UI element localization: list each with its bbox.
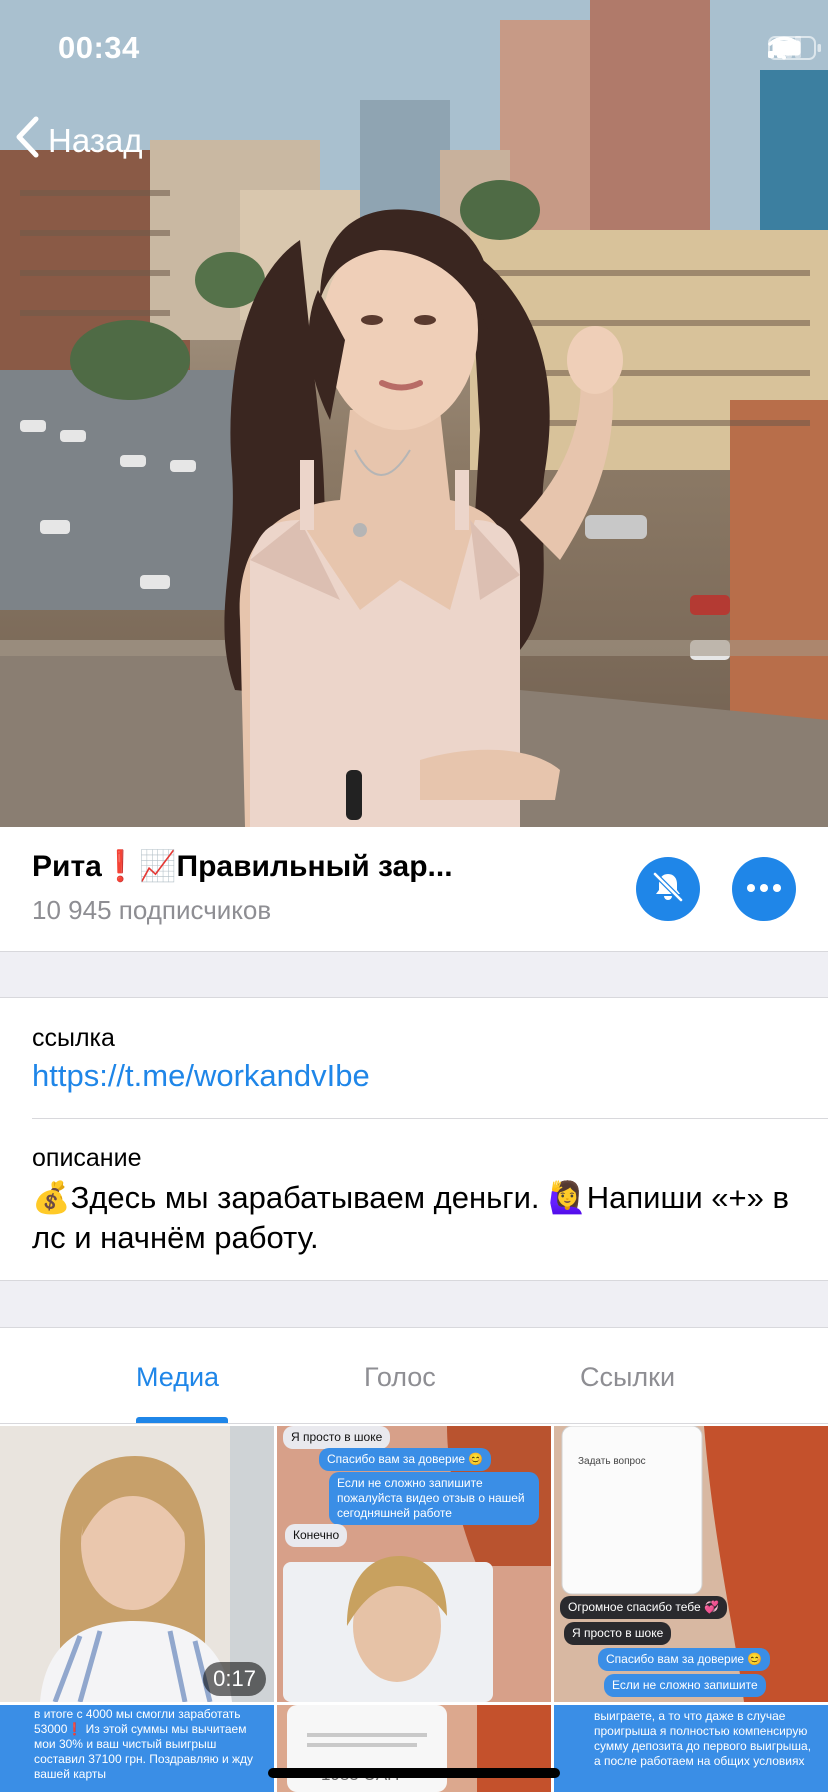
channel-info: ссылка https://t.me/workandvIbe описание… bbox=[0, 998, 828, 1280]
media-grid: 0:17 Я просто в шоке Спасибо вам за дове… bbox=[0, 1426, 828, 1792]
description-label: описание bbox=[32, 1144, 142, 1172]
media-item-video[interactable]: 0:17 bbox=[0, 1426, 274, 1702]
channel-link[interactable]: https://t.me/workandvIbe bbox=[32, 1058, 370, 1094]
back-button[interactable]: Назад bbox=[14, 116, 143, 166]
chat-prompt: Задать вопрос bbox=[578, 1456, 646, 1467]
chat-message: Я просто в шоке bbox=[564, 1622, 672, 1645]
tile-caption: в итоге с 4000 мы смогли заработать 5300… bbox=[34, 1707, 254, 1781]
chat-message: Огромное спасибо тебе 💞 bbox=[560, 1596, 727, 1619]
section-separator bbox=[0, 1280, 828, 1328]
active-tab-indicator bbox=[136, 1417, 228, 1423]
chat-message: Конечно bbox=[285, 1524, 348, 1547]
status-time: 00:34 bbox=[58, 30, 140, 65]
channel-title: Рита❗️📈Правильный зар... bbox=[32, 850, 453, 883]
tile-caption: выиграете, а то что даже в случае проигр… bbox=[594, 1709, 812, 1768]
back-label: Назад bbox=[48, 122, 143, 159]
tab-voice[interactable]: Голос bbox=[364, 1362, 436, 1393]
mute-button[interactable] bbox=[636, 857, 700, 921]
media-item-screenshot[interactable]: 1985 UAH bbox=[277, 1705, 551, 1792]
subscriber-count: 10 945 подписчиков bbox=[32, 895, 272, 925]
more-button[interactable] bbox=[732, 857, 796, 921]
tab-media[interactable]: Медиа bbox=[136, 1362, 219, 1393]
channel-description: 💰Здесь мы зарабатываем деньги. 🙋‍♀️Напиш… bbox=[32, 1180, 789, 1255]
divider bbox=[32, 1118, 828, 1119]
status-bar: 00:34 bbox=[0, 0, 828, 100]
more-dots-icon bbox=[746, 880, 782, 898]
chat-message: Спасибо вам за доверие 😊 bbox=[319, 1448, 492, 1471]
chat-message: Если не сложно запишите пожалуйста видео… bbox=[329, 1472, 539, 1525]
link-label: ссылка bbox=[32, 1024, 115, 1052]
media-item-screenshot[interactable]: в итоге с 4000 мы смогли заработать 5300… bbox=[0, 1705, 274, 1792]
home-indicator[interactable] bbox=[268, 1768, 560, 1778]
chevron-left-icon bbox=[14, 116, 40, 166]
tab-links[interactable]: Ссылки bbox=[580, 1362, 675, 1393]
media-item-screenshot[interactable]: Я просто в шоке Спасибо вам за доверие 😊… bbox=[277, 1426, 551, 1702]
bell-slash-icon bbox=[650, 869, 686, 910]
chat-message: Если не сложно запишите bbox=[604, 1674, 766, 1697]
chat-message: Я просто в шоке bbox=[283, 1426, 391, 1449]
media-tabs: Медиа Голос Ссылки bbox=[0, 1328, 828, 1424]
section-separator bbox=[0, 951, 828, 998]
media-item-screenshot[interactable]: Задать вопрос Огромное спасибо тебе 💞 Я … bbox=[554, 1426, 828, 1702]
channel-cover-photo: 00:34 Назад bbox=[0, 0, 828, 827]
media-item-screenshot[interactable]: выиграете, а то что даже в случае проигр… bbox=[554, 1705, 828, 1792]
chat-message: Спасибо вам за доверие 😊 bbox=[598, 1648, 771, 1671]
video-duration: 0:17 bbox=[203, 1662, 266, 1696]
channel-header: Рита❗️📈Правильный зар... 10 945 подписчи… bbox=[0, 827, 828, 951]
